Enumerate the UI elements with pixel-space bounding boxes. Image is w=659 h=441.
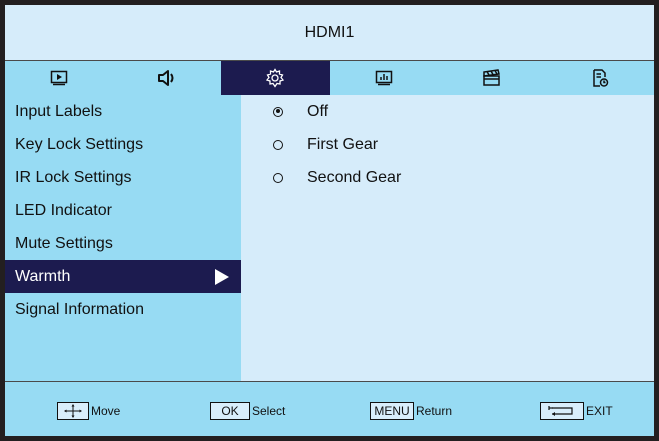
option-label: First Gear xyxy=(307,135,379,153)
menu-item-label: Key Lock Settings xyxy=(15,136,144,153)
menu-item-label: Warmth xyxy=(15,268,71,285)
hint-label: Select xyxy=(252,404,286,418)
return-arrow-icon xyxy=(548,406,573,416)
radio-icon[interactable] xyxy=(273,172,283,183)
menu-item-ir-lock-settings[interactable]: IR Lock Settings xyxy=(5,161,241,194)
menu-item-signal-information[interactable]: Signal Information xyxy=(5,293,241,326)
tab-bar xyxy=(5,60,654,96)
menu-item-key-lock-settings[interactable]: Key Lock Settings xyxy=(5,128,241,161)
hint-return: MENU Return xyxy=(370,402,452,420)
tab-settings[interactable] xyxy=(221,61,330,95)
tab-display[interactable] xyxy=(330,61,438,95)
hint-label: EXIT xyxy=(586,404,613,418)
menu-key: MENU xyxy=(370,402,414,420)
hint-exit: EXIT xyxy=(540,402,613,420)
settings-menu: Input Labels Key Lock Settings IR Lock S… xyxy=(5,95,241,381)
menu-item-label: Input Labels xyxy=(15,103,103,120)
menu-item-label: Mute Settings xyxy=(15,235,113,252)
radio-selected-icon[interactable] xyxy=(273,106,283,117)
menu-item-mute-settings[interactable]: Mute Settings xyxy=(5,227,241,260)
menu-item-label: LED Indicator xyxy=(15,202,112,219)
tab-picture[interactable] xyxy=(5,61,113,95)
hint-label: Move xyxy=(91,404,121,418)
tab-media[interactable] xyxy=(438,61,546,95)
key-hint-bar: Move OK Select MENU Return EXIT xyxy=(5,381,654,436)
option-first-gear[interactable]: First Gear xyxy=(241,128,654,161)
source-title: HDMI1 xyxy=(304,23,355,41)
menu-item-label: IR Lock Settings xyxy=(15,169,132,186)
option-label: Off xyxy=(307,102,329,120)
speaker-icon xyxy=(158,70,174,86)
menu-item-label: Signal Information xyxy=(15,301,144,318)
hint-label: Return xyxy=(416,404,453,418)
option-label: Second Gear xyxy=(307,168,402,186)
gear-icon xyxy=(266,68,285,88)
tab-audio[interactable] xyxy=(113,61,221,95)
dpad-key xyxy=(57,402,89,420)
menu-item-warmth[interactable]: Warmth xyxy=(5,260,241,293)
return-key xyxy=(540,402,584,420)
radio-icon[interactable] xyxy=(273,139,283,150)
document-clock-icon xyxy=(593,69,609,87)
title-bar: HDMI1 xyxy=(5,5,654,60)
ok-key: OK xyxy=(210,402,250,420)
hint-select: OK Select xyxy=(210,402,285,420)
dpad-icon xyxy=(64,404,82,418)
menu-item-input-labels[interactable]: Input Labels xyxy=(5,95,241,128)
tab-schedule[interactable] xyxy=(546,61,654,95)
option-off[interactable]: Off xyxy=(241,95,654,128)
clapperboard-icon xyxy=(483,69,500,86)
submenu-arrow-icon xyxy=(215,269,229,285)
play-icon xyxy=(50,70,68,86)
menu-item-led-indicator[interactable]: LED Indicator xyxy=(5,194,241,227)
warmth-options-panel: Off First Gear Second Gear xyxy=(241,95,654,381)
hint-move: Move xyxy=(57,402,120,420)
option-second-gear[interactable]: Second Gear xyxy=(241,161,654,194)
osd-window: HDMI1 Input Labels Key Lock Settings IR … xyxy=(0,0,659,441)
chart-icon xyxy=(375,70,392,86)
